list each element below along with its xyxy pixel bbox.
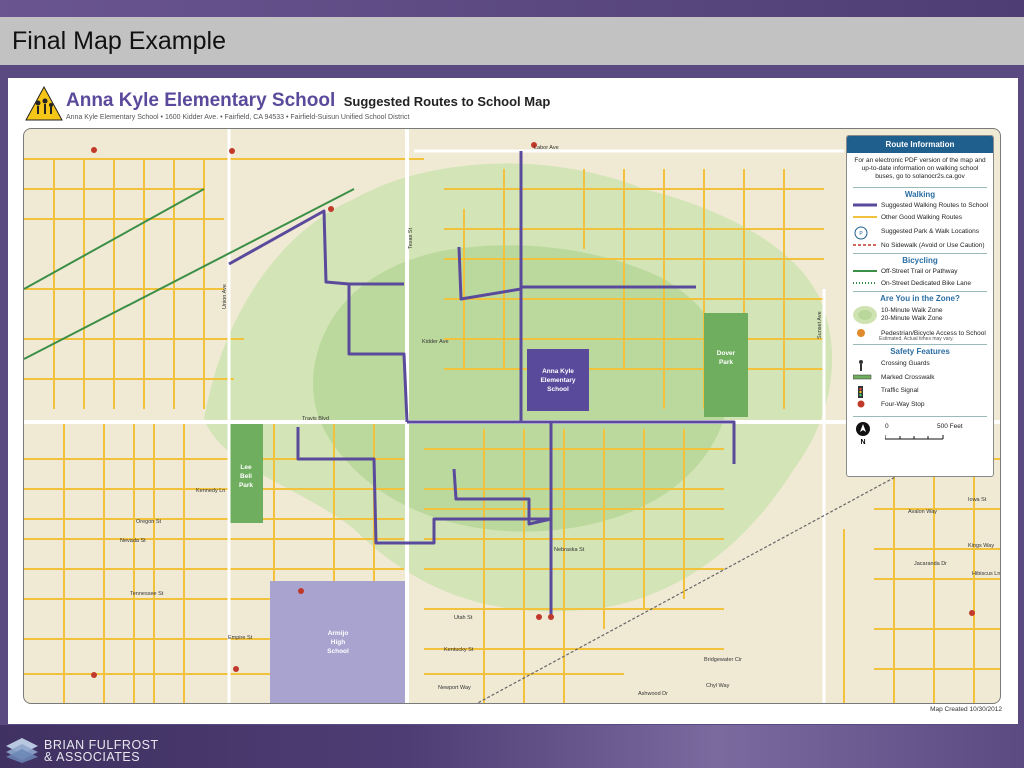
school-label-3: School (547, 386, 569, 393)
high-school-label-3: School (327, 648, 349, 655)
legend-walking-title: Walking (853, 187, 987, 199)
dover-park-label-1: Dover (717, 350, 736, 357)
company-logo-icon (6, 738, 38, 763)
street-label-jacaranda: Avalon Way (908, 509, 937, 515)
lee-bell-label-3: Park (239, 482, 253, 489)
legend-crosswalk: Marked Crosswalk (847, 371, 993, 383)
scale-bar (885, 435, 944, 440)
legend-walking-route: Suggested Walking Routes to School (853, 201, 989, 209)
scale-start: 0 (885, 423, 889, 430)
street-label-nebraska: Nebraska St (554, 547, 585, 553)
map-frame: Anna Kyle Elementary School Armijo High … (23, 128, 1001, 704)
legend-park-walk: P Suggested Park & Walk Locations (847, 223, 993, 240)
legend-crossing-guards: Crossing Guards (847, 356, 993, 371)
legend-no-sidewalk: No Sidewalk (Avoid or Use Caution) (853, 241, 985, 249)
legend-traffic-signal: Traffic Signal (847, 383, 993, 398)
street-label-newport: Ashwood Dr (638, 691, 668, 697)
north-arrow-icon: N (856, 422, 870, 445)
street-label-ashwood: Bridgewater Cir (704, 657, 742, 663)
street-label-bridgewater: Chyl Way (706, 683, 730, 689)
map-created-date: Map Created 10/30/2012 (930, 706, 1002, 713)
high-school-label-2: High (331, 639, 345, 646)
street-label-tennessee: Empire St (228, 635, 253, 641)
street-label-chyl: Hibiscus Ln (972, 571, 1000, 577)
legend-trail: Off-Street Trail or Pathway (853, 267, 958, 275)
street-label-labor: Labor Ave (534, 145, 559, 151)
legend-bike-lane: On-Street Dedicated Bike Lane (853, 279, 971, 287)
map-heading: Anna Kyle Elementary School Suggested Ro… (66, 90, 550, 112)
slide-title-bar: Final Map Example (0, 17, 1024, 65)
route-legend: Route Information For an electronic PDF … (846, 135, 994, 477)
lee-bell-label-2: Bell (240, 473, 252, 480)
map-sheet: Anna Kyle Elementary School Suggested Ro… (8, 78, 1018, 724)
street-label-union: Union Ave (222, 284, 228, 309)
street-label-nevada: Nevada St (120, 538, 146, 544)
street-label-empire: Newport Way (438, 685, 471, 691)
legend-four-way-stop: Four-Way Stop (847, 398, 993, 410)
legend-header: Route Information (847, 136, 993, 153)
street-label-sunset: Sunset Ave (817, 311, 823, 339)
dover-park-label-2: Park (719, 359, 733, 366)
street-label-oregon: Oregon St (136, 519, 162, 525)
legend-zone-title: Are You in the Zone? (853, 291, 987, 303)
street-label-georgia: Tennessee St (130, 591, 164, 597)
street-label-utah: Utah St (454, 615, 473, 621)
street-label-kennedy: Kennedy Ln (196, 488, 225, 494)
street-label-travis: Travis Blvd (302, 416, 329, 422)
school-address: Anna Kyle Elementary School • 1600 Kidde… (66, 114, 410, 121)
street-label-texas: Texas St (408, 227, 414, 249)
legend-bicycling-title: Bicycling (853, 253, 987, 265)
company-name: BRIAN FULFROST & ASSOCIATES (44, 739, 159, 764)
map-subtitle: Suggested Routes to School Map (343, 94, 551, 109)
lee-bell-label-1: Lee (240, 464, 252, 471)
street-label-kings-way: Iowa St (968, 497, 987, 503)
slide-top-band (0, 0, 1024, 17)
company-name-line2: & ASSOCIATES (44, 750, 141, 764)
legend-scale: N 0 500 Feet (853, 416, 987, 446)
street-label-hibiscus: Jacaranda Dr (914, 561, 947, 567)
legend-safety-title: Safety Features (853, 344, 987, 356)
street-label-circle: Kidder Ave (422, 339, 449, 345)
scale-end: 500 Feet (937, 423, 963, 430)
school-name: Anna Kyle Elementary School (66, 90, 336, 111)
legend-other-route: Other Good Walking Routes (853, 213, 963, 221)
street-label-kentucky: Kentucky St (444, 647, 474, 653)
legend-note: For an electronic PDF version of the map… (854, 157, 986, 180)
high-school-label-1: Armijo (328, 630, 349, 637)
legend-zone: 10-Minute Walk Zone 20-Minute Walk Zone (847, 303, 993, 327)
school-label-2: Elementary (540, 377, 575, 384)
slide-title: Final Map Example (12, 27, 226, 55)
safe-routes-logo (25, 86, 63, 121)
svg-text:N: N (860, 439, 865, 445)
street-label-avalon: Kings Way (968, 543, 994, 549)
school-label-1: Anna Kyle (542, 368, 574, 375)
